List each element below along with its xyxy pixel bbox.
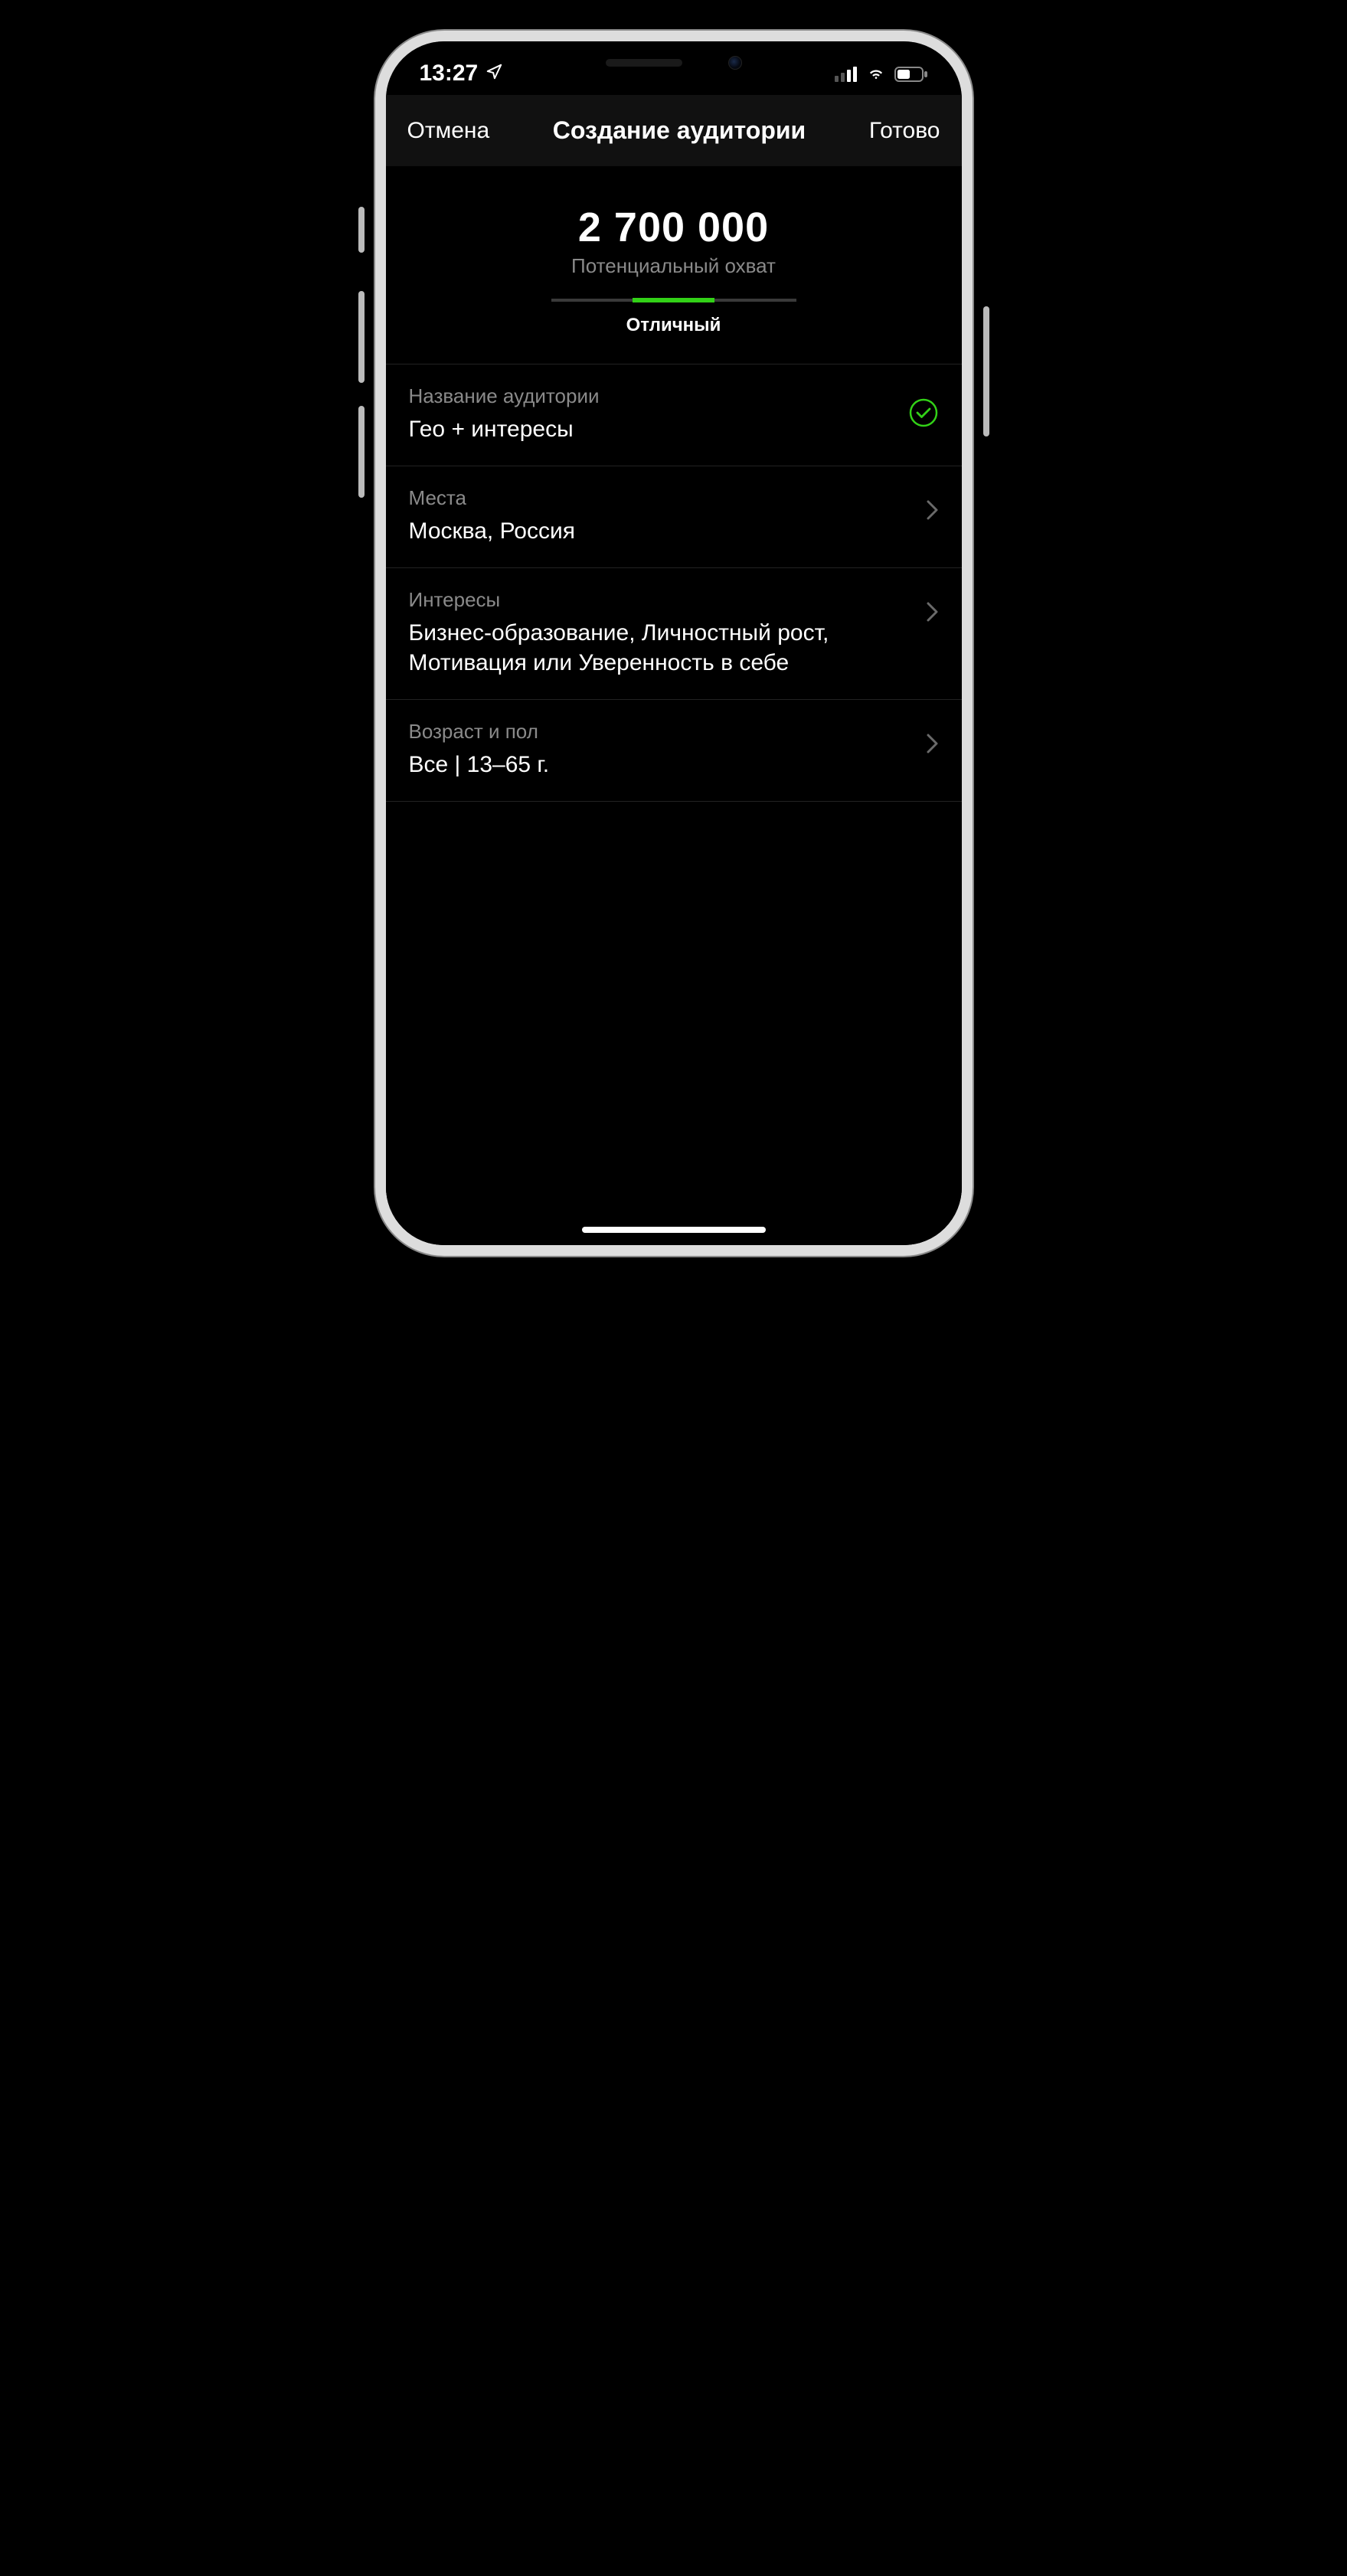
reach-quality: Отличный	[417, 315, 931, 336]
chevron-right-icon	[927, 602, 939, 626]
row-text: Возраст и пол Все | 13–65 г.	[409, 720, 914, 780]
phone-frame: 13:27	[375, 31, 973, 1256]
volume-up-button	[358, 291, 365, 383]
reach-block: 2 700 000 Потенциальный охват Отличный	[386, 167, 962, 364]
check-circle-icon	[908, 397, 939, 432]
audience-name-value: Гео + интересы	[409, 414, 896, 444]
cancel-button[interactable]: Отмена	[407, 118, 490, 144]
device-screen: 13:27	[386, 41, 962, 1245]
content-area: 2 700 000 Потенциальный охват Отличный Н…	[386, 167, 962, 1245]
device-notch	[548, 41, 800, 83]
cellular-icon	[835, 60, 858, 87]
row-label: Места	[409, 486, 914, 510]
volume-down-button	[358, 406, 365, 498]
front-camera	[728, 56, 742, 70]
places-value: Москва, Россия	[409, 516, 914, 546]
phone-frame-wrap: 13:27	[375, 31, 973, 1256]
chevron-right-icon	[927, 500, 939, 524]
places-row[interactable]: Места Москва, Россия	[386, 466, 962, 568]
row-label: Интересы	[409, 588, 914, 612]
row-label: Возраст и пол	[409, 720, 914, 744]
power-button	[983, 306, 989, 436]
age-gender-row[interactable]: Возраст и пол Все | 13–65 г.	[386, 700, 962, 802]
row-text: Название аудитории Гео + интересы	[409, 384, 896, 444]
page-title: Создание аудитории	[553, 116, 806, 145]
location-icon	[486, 60, 502, 87]
battery-icon	[894, 60, 928, 87]
row-text: Интересы Бизнес-образование, Личностный …	[409, 588, 914, 678]
speaker-grill	[606, 59, 682, 67]
interests-row[interactable]: Интересы Бизнес-образование, Личностный …	[386, 568, 962, 700]
reach-segment-active	[633, 298, 714, 302]
status-bar-right	[835, 60, 928, 87]
reach-label: Потенциальный охват	[417, 254, 931, 278]
reach-number: 2 700 000	[417, 204, 931, 251]
status-time: 13:27	[420, 60, 479, 87]
done-button[interactable]: Готово	[869, 118, 940, 144]
row-label: Название аудитории	[409, 384, 896, 408]
age-gender-value: Все | 13–65 г.	[409, 750, 914, 780]
interests-value: Бизнес-образование, Личностный рост, Мот…	[409, 618, 914, 678]
silent-switch	[358, 207, 365, 253]
row-text: Места Москва, Россия	[409, 486, 914, 546]
reach-segment	[551, 299, 633, 302]
nav-bar: Отмена Создание аудитории Готово	[386, 95, 962, 167]
wifi-icon	[865, 60, 887, 87]
audience-name-row[interactable]: Название аудитории Гео + интересы	[386, 364, 962, 466]
chevron-right-icon	[927, 734, 939, 757]
home-indicator[interactable]	[582, 1227, 766, 1233]
reach-indicator	[551, 298, 796, 302]
reach-segment	[714, 299, 796, 302]
status-bar-left: 13:27	[420, 60, 503, 87]
